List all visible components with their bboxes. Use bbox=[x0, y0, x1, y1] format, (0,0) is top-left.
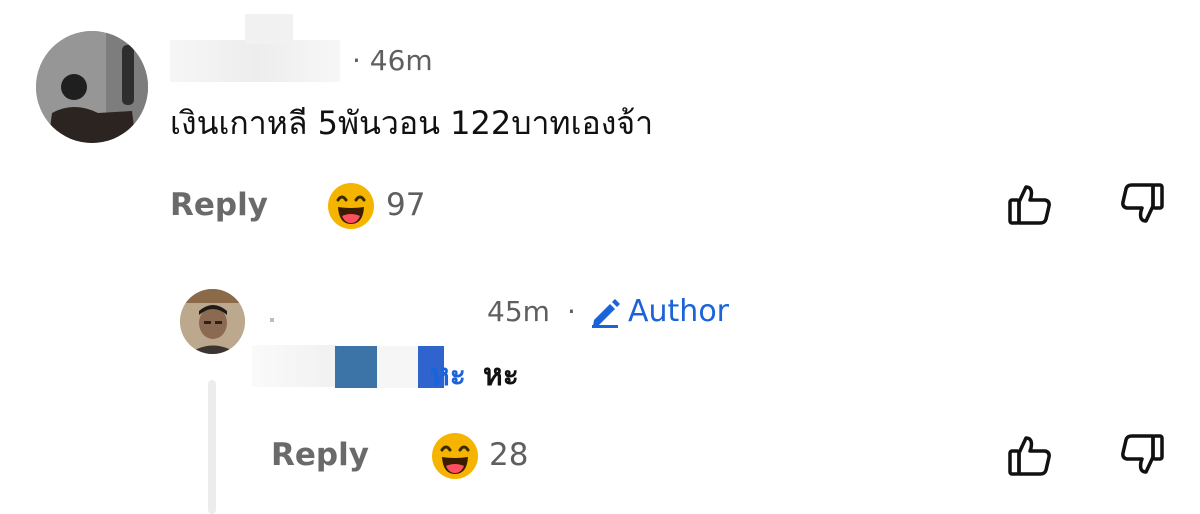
comment-text: เงินเกาหลี 5พันวอน 122บาทเองจ้า bbox=[170, 104, 654, 142]
username-redacted bbox=[270, 318, 274, 322]
reply-timestamp: 45m bbox=[487, 295, 550, 328]
redacted-block bbox=[252, 345, 337, 387]
reply-text: หะ bbox=[483, 358, 519, 393]
username-redacted bbox=[245, 14, 293, 44]
reply-button[interactable]: Reply bbox=[271, 437, 369, 473]
commenter-avatar[interactable] bbox=[36, 31, 148, 143]
thumbs-down-icon[interactable] bbox=[1118, 431, 1166, 479]
author-avatar[interactable] bbox=[180, 289, 245, 354]
redacted-block bbox=[377, 346, 419, 388]
comment-timestamp: · 46m bbox=[352, 44, 433, 77]
meta-separator: · bbox=[567, 295, 576, 328]
reaction-count: 28 bbox=[489, 437, 529, 473]
thumbs-up-icon[interactable] bbox=[1006, 180, 1054, 228]
reply-button[interactable]: Reply bbox=[170, 187, 268, 223]
redacted-block bbox=[335, 346, 377, 388]
laughing-emoji-icon[interactable] bbox=[431, 432, 479, 480]
author-badge: Author bbox=[628, 294, 730, 329]
laughing-emoji-icon[interactable] bbox=[327, 182, 375, 230]
thumbs-up-icon[interactable] bbox=[1006, 431, 1054, 479]
username-redacted bbox=[170, 40, 340, 82]
mention-link[interactable]: หะ bbox=[430, 352, 466, 399]
thumbs-down-icon[interactable] bbox=[1118, 180, 1166, 228]
pencil-icon bbox=[590, 296, 622, 328]
thread-line bbox=[208, 380, 216, 514]
reaction-count: 97 bbox=[386, 187, 426, 223]
